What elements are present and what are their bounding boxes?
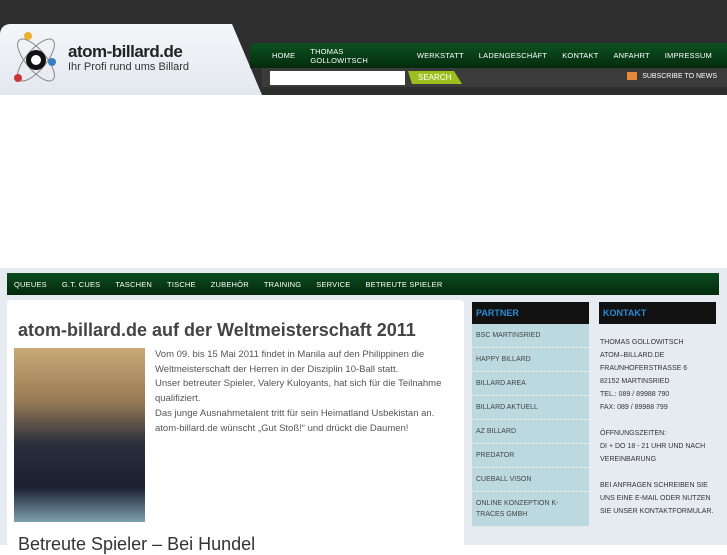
main-nav: HOME THOMAS GOLLOWITSCH WERKSTATT LADENG… [250,43,727,68]
cat-tische[interactable]: TISCHE [167,280,196,289]
article-title[interactable]: atom-billard.de auf der Weltmeisterschaf… [18,320,416,341]
rss-icon [627,72,638,80]
partner-link[interactable]: HAPPY BILLARD [472,348,589,372]
search-button[interactable]: SEARCH [408,71,462,84]
partner-box: PARTNER BSC MARTINSRIED HAPPY BILLARD BI… [472,302,589,527]
nav-ladengeschaeft[interactable]: LADENGESCHÄFT [479,51,547,60]
cat-training[interactable]: TRAINING [264,280,301,289]
article-line: atom-billard.de wünscht „Gut Stoß!“ und … [155,422,409,434]
partner-link[interactable]: BILLARD AKTUELL [472,396,589,420]
cat-queues[interactable]: QUEUES [14,280,47,289]
nav-thomas-gollowitsch[interactable]: THOMAS GOLLOWITSCH [310,47,402,65]
article-line: Unser betreuter Spieler, Valery Kuloyant… [155,378,442,405]
nav-kontakt[interactable]: KONTAKT [562,51,598,60]
kontakt-box: KONTAKT THOMAS GOLLOWITSCH ATOM–BILLARD.… [599,302,716,528]
article-panel: atom-billard.de auf der Weltmeisterschaf… [7,300,464,554]
subscribe-label: SUBSCRIBE TO NEWS [642,72,717,80]
article-photo [14,348,145,522]
nav-anfahrt[interactable]: ANFAHRT [613,51,649,60]
partner-link[interactable]: BSC MARTINSRIED [472,324,589,348]
kontakt-hours: ÖFFNUNGSZEITEN: DI + DO 18 - 21 UHR UND … [600,430,706,463]
partner-link[interactable]: ONLINE KONZEPTION K-TRACES GMBH [472,492,589,527]
cat-zubehoer[interactable]: ZUBEHÖR [211,280,249,289]
nav-home[interactable]: HOME [272,51,295,60]
atom-logo-icon[interactable] [8,30,64,88]
cat-gt-cues[interactable]: G.T. CUES [62,280,100,289]
category-nav: QUEUES G.T. CUES TASCHEN TISCHE ZUBEHÖR … [7,273,719,295]
cat-service[interactable]: SERVICE [316,280,350,289]
nav-impressum[interactable]: IMPRESSUM [665,51,712,60]
kontakt-note: BEI ANFRAGEN SCHREIBEN SIE UNS EINE E-MA… [600,482,714,515]
kontakt-address: THOMAS GOLLOWITSCH ATOM–BILLARD.DE FRAUN… [600,339,688,411]
partner-link[interactable]: BILLARD AREA [472,372,589,396]
partner-link[interactable]: PREDATOR [472,444,589,468]
nav-werkstatt[interactable]: WERKSTATT [417,51,464,60]
article-line: Das junge Ausnahmetalent tritt für sein … [155,407,435,419]
article-body: Vom 09. bis 15 Mai 2011 findet in Manila… [155,348,455,436]
cat-betreute-spieler[interactable]: BETREUTE SPIELER [365,280,442,289]
partner-link[interactable]: CUEBALL VISON [472,468,589,492]
cat-taschen[interactable]: TASCHEN [115,280,152,289]
partner-title: PARTNER [472,302,589,324]
search-input[interactable] [270,71,405,85]
subscribe-link[interactable]: SUBSCRIBE TO NEWS [627,72,717,80]
logo-subtitle: Ihr Profi rund ums Billard [68,61,190,73]
article-line: Vom 09. bis 15 Mai 2011 findet in Manila… [155,349,425,375]
logo-title[interactable]: atom-billard.de [68,42,183,62]
partner-link[interactable]: AZ BILLARD [472,420,589,444]
kontakt-title: KONTAKT [599,302,716,324]
